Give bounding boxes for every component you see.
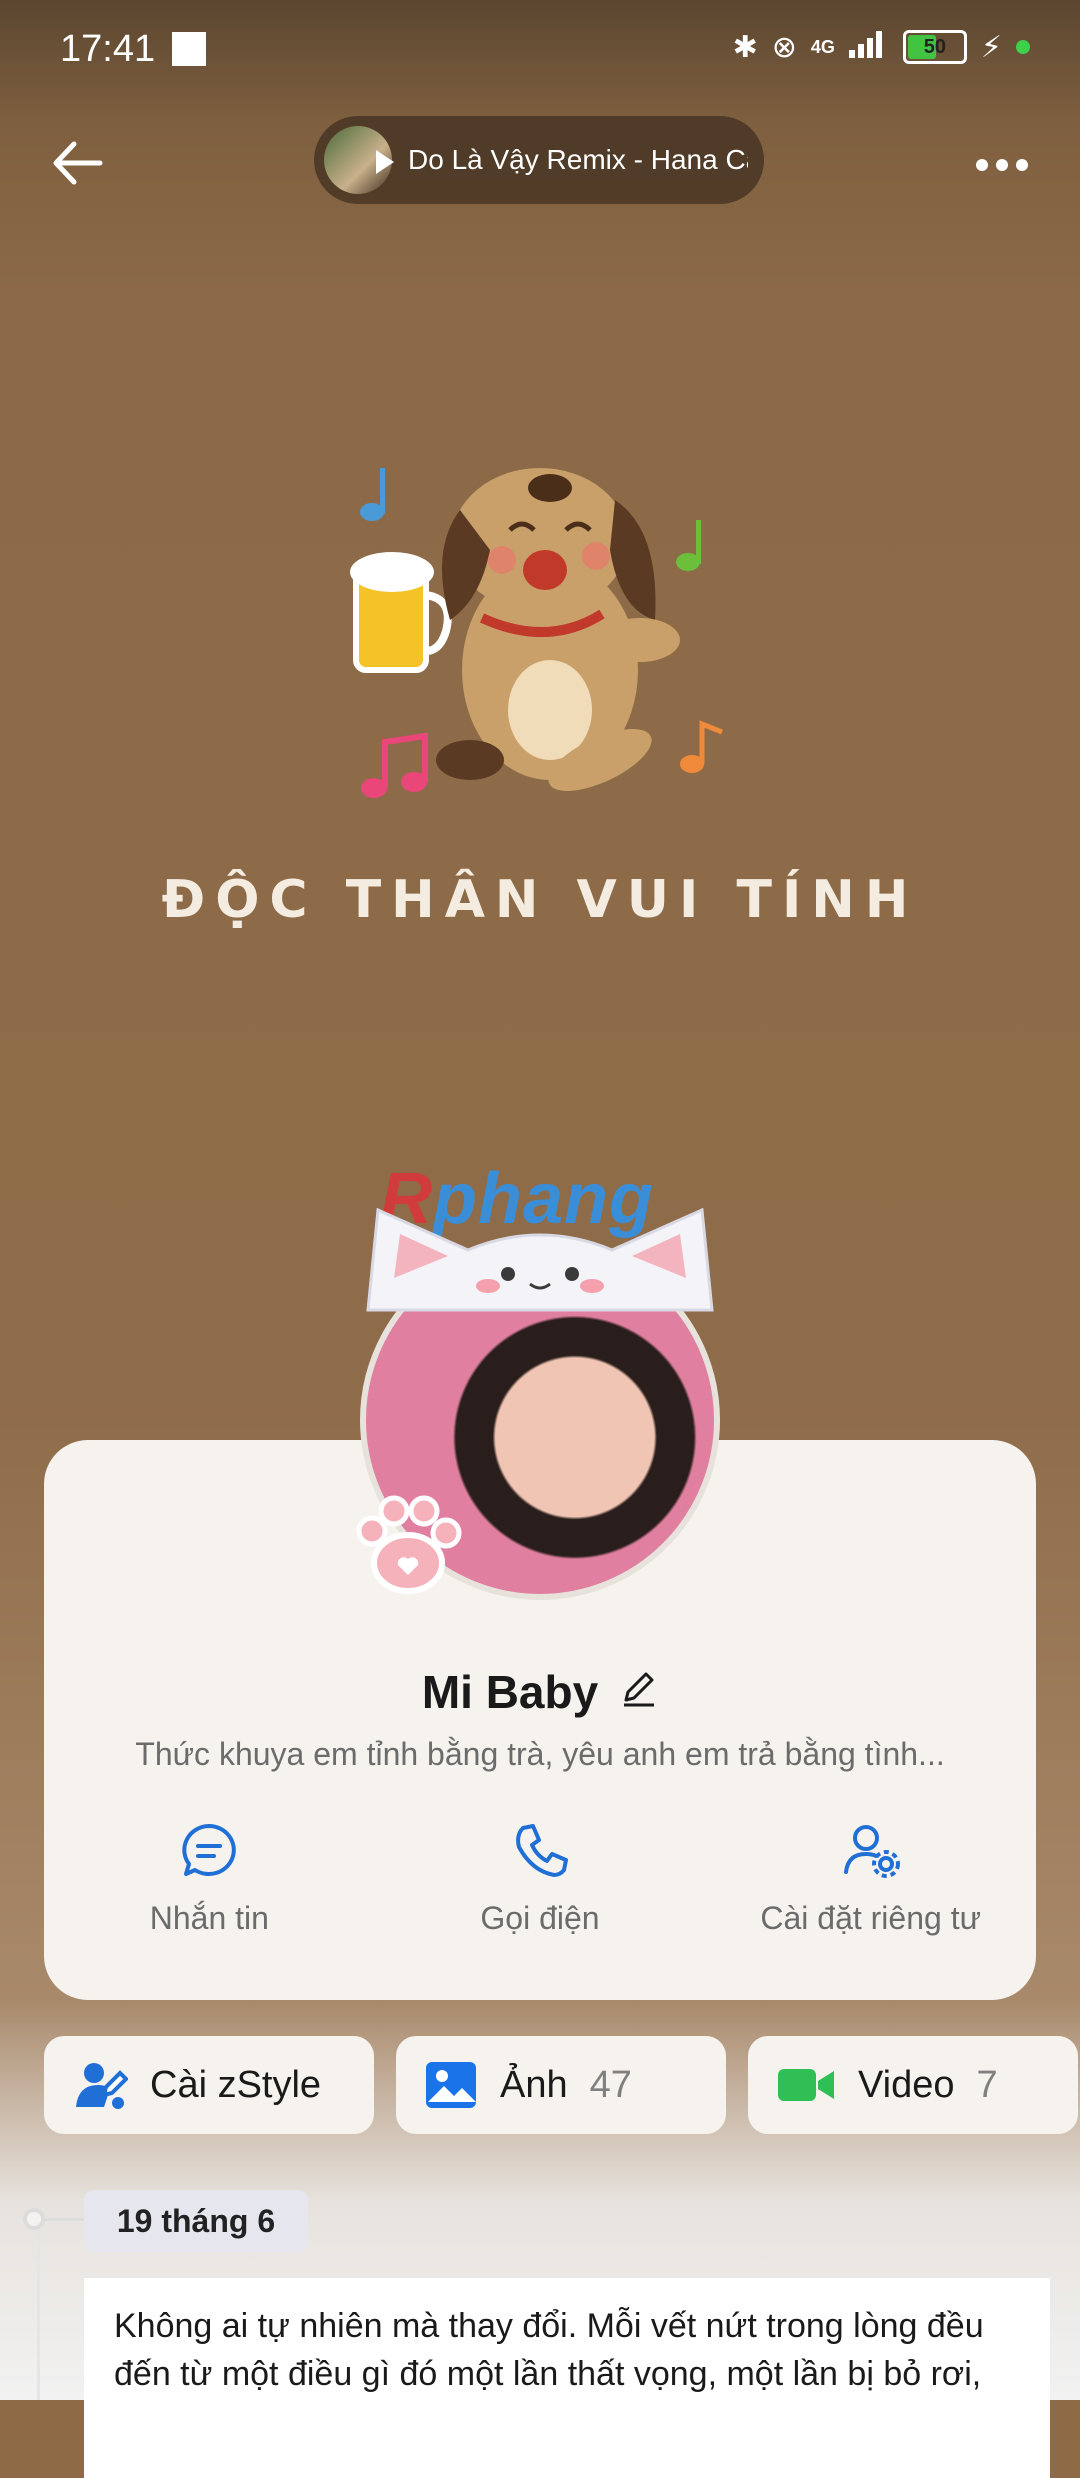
message-button[interactable]: Nhắn tin (44, 1820, 375, 1937)
music-note-icon (676, 520, 701, 571)
phone-icon (516, 1824, 568, 1877)
chat-bubble-icon (182, 1824, 237, 1876)
cat-hat-decoration (366, 1207, 714, 1312)
more-button[interactable] (972, 140, 1032, 180)
music-note-icon (680, 720, 723, 773)
video-camera-icon (778, 2069, 834, 2101)
bluetooth-icon: ✱ (732, 30, 758, 64)
privacy-settings-button[interactable]: Cài đặt riêng tư (705, 1820, 1036, 1937)
battery-level: 50 (923, 35, 947, 58)
timeline-dot (23, 2208, 45, 2230)
post-text: Không ai tự nhiên mà thay đổi. Mỗi vết n… (114, 2307, 984, 2393)
signal-icon (848, 28, 889, 66)
profile-bio: Thức khuya em tỉnh bằng trà, yêu anh em … (135, 1736, 945, 1772)
more-horizontal-icon (976, 159, 1028, 171)
status-time: 17:41 (60, 28, 156, 70)
photos-count: 47 (589, 2063, 632, 2106)
photos-label: Ảnh (500, 2063, 568, 2106)
back-button[interactable] (44, 128, 114, 198)
message-label: Nhắn tin (149, 1900, 269, 1936)
music-title: Do Là Vậy Remix - Hana Cẩm (408, 144, 748, 175)
privacy-dot-icon (1016, 40, 1030, 54)
user-settings-icon (843, 1825, 900, 1878)
privacy-settings-label: Cài đặt riêng tư (760, 1900, 981, 1936)
profile-actions: Nhắn tin Gọi điện Cài đặt riêng tư (44, 1820, 1036, 1937)
music-note-icon (361, 732, 428, 798)
timeline-line (37, 2222, 40, 2400)
music-note-icon (360, 468, 385, 521)
cover-caption: ĐỘC THÂN VUI TÍNH (161, 870, 919, 930)
image-icon (426, 2062, 476, 2108)
network-label: 4G (810, 36, 835, 57)
link-icon: ⊗ (771, 30, 797, 64)
battery-icon: 50 (902, 30, 967, 64)
videos-label: Video (858, 2063, 955, 2106)
paw-decoration (356, 1495, 462, 1594)
arrow-left-icon (53, 141, 103, 185)
zstyle-chip[interactable]: Cài zStyle (44, 2036, 374, 2134)
photos-chip[interactable]: Ảnh 47 (396, 2036, 726, 2134)
charging-icon: ⚡ (980, 30, 1002, 64)
avatar-frame[interactable] (350, 1207, 730, 1610)
profile-chips: Cài zStyle Ảnh 47 Video 7 (44, 2036, 1080, 2134)
profile-name: Mi Baby (421, 1666, 599, 1718)
pencil-icon (624, 1672, 655, 1707)
timeline-connector (45, 2218, 85, 2221)
status-icons: ✱ ⊗ 4G 50 ⚡ (733, 28, 1030, 66)
music-player-pill[interactable]: Do Là Vậy Remix - Hana Cẩm (314, 116, 764, 204)
status-bar: 17:41 ✱ ⊗ 4G 50 ⚡ (0, 0, 1080, 100)
beer-mug-icon (350, 552, 452, 673)
album-thumbnail (324, 126, 394, 194)
dog-illustration (436, 468, 680, 791)
videos-chip[interactable]: Video 7 (748, 2036, 1078, 2134)
videos-count: 7 (976, 2063, 998, 2106)
timeline-date: 19 tháng 6 (84, 2190, 308, 2252)
profile-name-row: Mi Baby (44, 1665, 1036, 1719)
call-button[interactable]: Gọi điện (375, 1820, 706, 1937)
call-label: Gọi điện (480, 1900, 600, 1936)
edit-name-button[interactable] (618, 1665, 658, 1719)
zstyle-icon (76, 2063, 128, 2109)
timeline-post[interactable]: Không ai tự nhiên mà thay đổi. Mỗi vết n… (84, 2278, 1050, 2478)
zstyle-label: Cài zStyle (150, 2063, 322, 2106)
notification-square-icon (172, 32, 206, 66)
play-icon (376, 150, 394, 174)
